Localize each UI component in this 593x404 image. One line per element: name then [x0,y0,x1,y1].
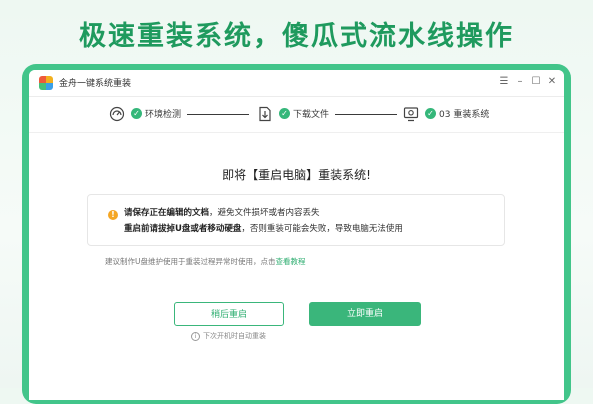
minimize-icon[interactable]: – [512,74,528,90]
step-connector [335,114,397,115]
maximize-icon[interactable]: ☐ [528,74,544,90]
step-connector [187,114,249,115]
promo-headline: 极速重装系统，傻瓜式流水线操作 [79,21,514,52]
sub-note-text: 下次开机时自动重装 [203,332,266,340]
info-icon: i [191,331,200,341]
close-icon[interactable]: ✕ [544,74,560,90]
notice-line-1: 请保存正在编辑的文档，避免文件损坏或者内容丢失 [124,206,320,218]
download-file-icon [259,106,271,122]
step-label: 下载文件 [293,110,330,120]
monitor-system-icon [403,107,419,122]
restart-later-button[interactable]: 稍后重启 [174,302,284,326]
check-icon: ✓ [279,108,290,119]
notice-text-2: ，否则重装可能会失败，导致电脑无法使用 [241,224,403,234]
progress-steps: ✓ 环境检测 ✓ 下载文件 ✓ 03 重装系统 [29,96,564,133]
notice-line-2: 重启前请拔掉U盘或者移动硬盘，否则重装可能会失败，导致电脑无法使用 [124,222,403,234]
app-window: 金舟一键系统重装 ☰ – ☐ ✕ ✓ 环境检测 ✓ 下载文件 ✓ 03 重装系统… [29,70,564,400]
auto-reinstall-note: i 下次开机时自动重装 [191,331,266,341]
app-logo-icon [39,76,53,90]
restart-now-button[interactable]: 立即重启 [309,302,421,326]
step-label: 环境检测 [145,110,182,120]
hint-text: 建议制作U盘维护使用于重装过程异常时使用，点击 [105,257,276,266]
warning-icon: ! [108,210,118,220]
warning-notice: ! 请保存正在编辑的文档，避免文件损坏或者内容丢失 重启前请拔掉U盘或者移动硬盘… [87,194,505,246]
title-bar: 金舟一键系统重装 ☰ – ☐ ✕ [29,70,564,97]
usb-hint: 建议制作U盘维护使用于重装过程异常时使用，点击查看教程 [105,256,306,267]
notice-text-1: ，避免文件损坏或者内容丢失 [209,208,320,218]
monitor-scan-icon [109,106,125,122]
check-icon: ✓ [425,108,436,119]
notice-bold-1: 请保存正在编辑的文档 [124,208,210,218]
app-title: 金舟一键系统重装 [59,79,132,89]
view-tutorial-link[interactable]: 查看教程 [276,257,306,266]
menu-icon[interactable]: ☰ [496,74,512,90]
notice-bold-2: 重启前请拔掉U盘或者移动硬盘 [124,224,242,234]
page-title: 即将【重启电脑】重装系统! [222,168,371,182]
check-icon: ✓ [131,108,142,119]
step-label: 03 重装系统 [439,110,490,120]
